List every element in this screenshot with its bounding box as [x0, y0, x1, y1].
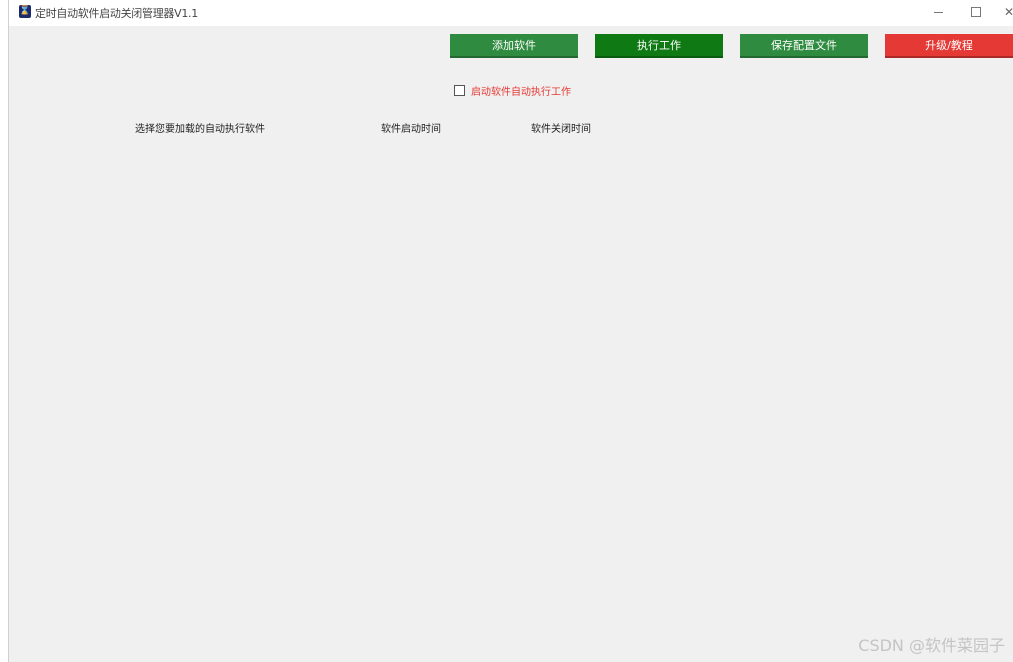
software-column-header: 选择您要加载的自动执行软件: [135, 124, 265, 135]
maximize-button[interactable]: [961, 2, 991, 22]
start-time-column-header: 软件启动时间: [381, 124, 441, 135]
run-job-button[interactable]: 执行工作: [595, 34, 723, 58]
autorun-label: 启动软件自动执行工作: [471, 87, 571, 98]
app-window: ⌛ 定时自动软件启动关闭管理器V1.1 ✕ 添加软件 执行工作 保存配置文件 升…: [8, 0, 1013, 662]
autorun-checkbox[interactable]: [454, 85, 465, 96]
autorun-option[interactable]: 启动软件自动执行工作: [454, 80, 571, 98]
watermark: CSDN @软件菜园子: [858, 636, 1005, 655]
upgrade-tutorial-button[interactable]: 升级/教程: [885, 34, 1013, 58]
close-icon: ✕: [1003, 5, 1013, 19]
window-title: 定时自动软件启动关闭管理器V1.1: [35, 7, 198, 20]
minimize-button[interactable]: [924, 2, 954, 22]
add-software-button[interactable]: 添加软件: [450, 34, 578, 58]
minimize-icon: [934, 12, 943, 13]
stop-time-column-header: 软件关闭时间: [531, 124, 591, 135]
hourglass-icon: ⌛: [19, 5, 31, 18]
close-button[interactable]: ✕: [999, 2, 1013, 22]
maximize-icon: [971, 7, 981, 17]
save-config-button[interactable]: 保存配置文件: [740, 34, 868, 58]
title-bar: ⌛ 定时自动软件启动关闭管理器V1.1 ✕: [9, 0, 1013, 26]
